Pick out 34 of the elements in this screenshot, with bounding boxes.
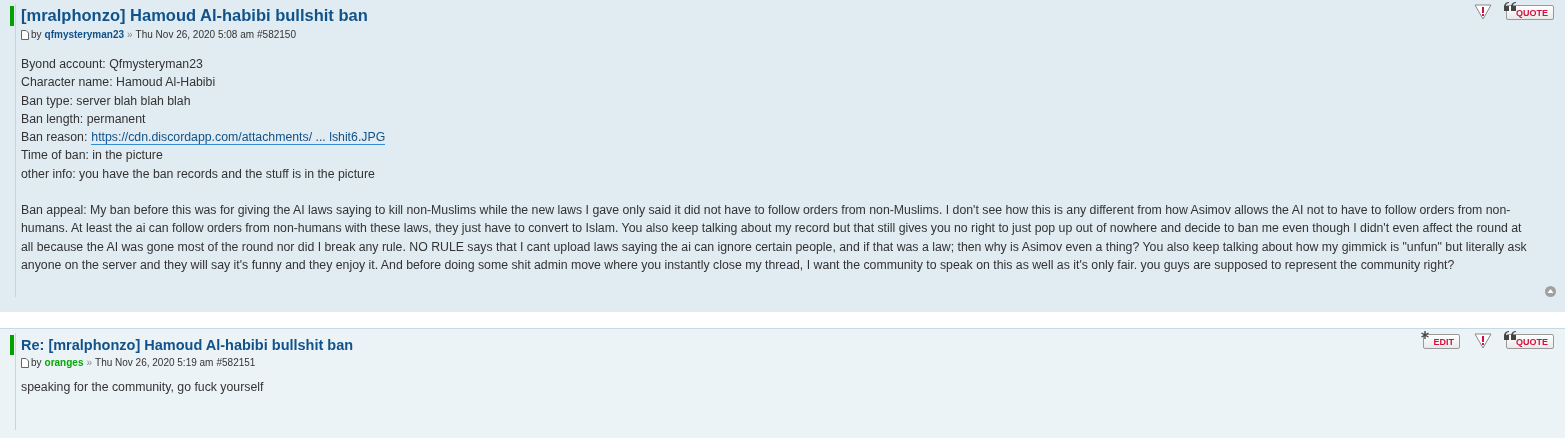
edit-button[interactable]: EDIT <box>1423 333 1460 349</box>
info-line: other info: you have the ban records and the stuff is in the picture <box>21 166 375 181</box>
post-icon <box>21 29 29 40</box>
post-text: Ban appeal: My ban before this was for giving the AI laws saying to kill non-Muslims while the new laws I gave only said it did not have to follow orders from non-Muslims. I don't see how this is any different from how Asimov allows the AI not to have to follow orders from non-humans. At least the ai can follow orders from non-humans with these laws, they just have to convert to Islam. You also keep talking about my record but that still gives you no right to just pop up out of nowhere and decide to ban me even though I didn't even affect the round at all because the AI was gone most of the round nor did I break any rule. NO RULE says that I cant upload laws saying the ai can ignore certain people, and if that was a law; then why is Asimov even a thing? You also keep talking about how my gimmick is "unfun" but literally ask anyone on the server and they will say it's funny and they enjoy it. And before doing some shit admin move where you instantly close my thread, I want the community to speak on this as well as it's only fair. you guys are supposed to represent the community right? <box>21 202 1528 274</box>
separator-icon: » <box>86 357 93 368</box>
post-id-link[interactable]: #582151 <box>216 357 256 368</box>
separator-icon: » <box>127 29 133 40</box>
info-line: Character name: Hamoud Al-Habibi <box>21 75 216 90</box>
post-title[interactable]: [mralphonzo] Hamoud Al-habibi bullshit ban <box>21 6 368 25</box>
report-icon[interactable] <box>1474 4 1492 20</box>
reason-link[interactable]: https://cdn.discordapp.com/attachments/ ... lshit6.JPG <box>91 130 386 146</box>
post-date: Thu Nov 26, 2020 5:08 am <box>135 29 255 40</box>
quote-icon <box>1504 330 1516 340</box>
by-label: by <box>31 357 42 368</box>
quote-icon <box>1504 1 1516 11</box>
report-icon[interactable] <box>1474 333 1492 349</box>
author-link[interactable]: qfmysteryman23 <box>44 29 125 40</box>
post-title[interactable]: Re: [mralphonzo] Hamoud Al-habibi bullshit ban <box>21 337 354 353</box>
quote-button[interactable]: QUOTE <box>1506 333 1554 349</box>
post-id-link[interactable]: #582150 <box>257 29 296 40</box>
post-icon <box>21 357 29 368</box>
info-line: Byond account: Qfmysteryman23 <box>21 57 203 71</box>
info-label: Ban reason: <box>21 130 88 145</box>
post-text: speaking for the community, go fuck yourself <box>21 379 265 396</box>
post-date: Thu Nov 26, 2020 5:19 am <box>95 357 214 368</box>
by-label: by <box>31 29 42 40</box>
info-line: Ban length: permanent <box>21 111 146 126</box>
info-line: Ban type: server blah blah blah <box>21 93 191 108</box>
info-line: Time of ban: in the picture <box>21 148 163 163</box>
asterisk-icon <box>1421 330 1430 339</box>
quote-button[interactable]: QUOTE <box>1506 4 1554 20</box>
post-marker <box>10 335 14 355</box>
back-to-top-icon[interactable] <box>1545 286 1556 297</box>
post-marker <box>10 6 14 26</box>
